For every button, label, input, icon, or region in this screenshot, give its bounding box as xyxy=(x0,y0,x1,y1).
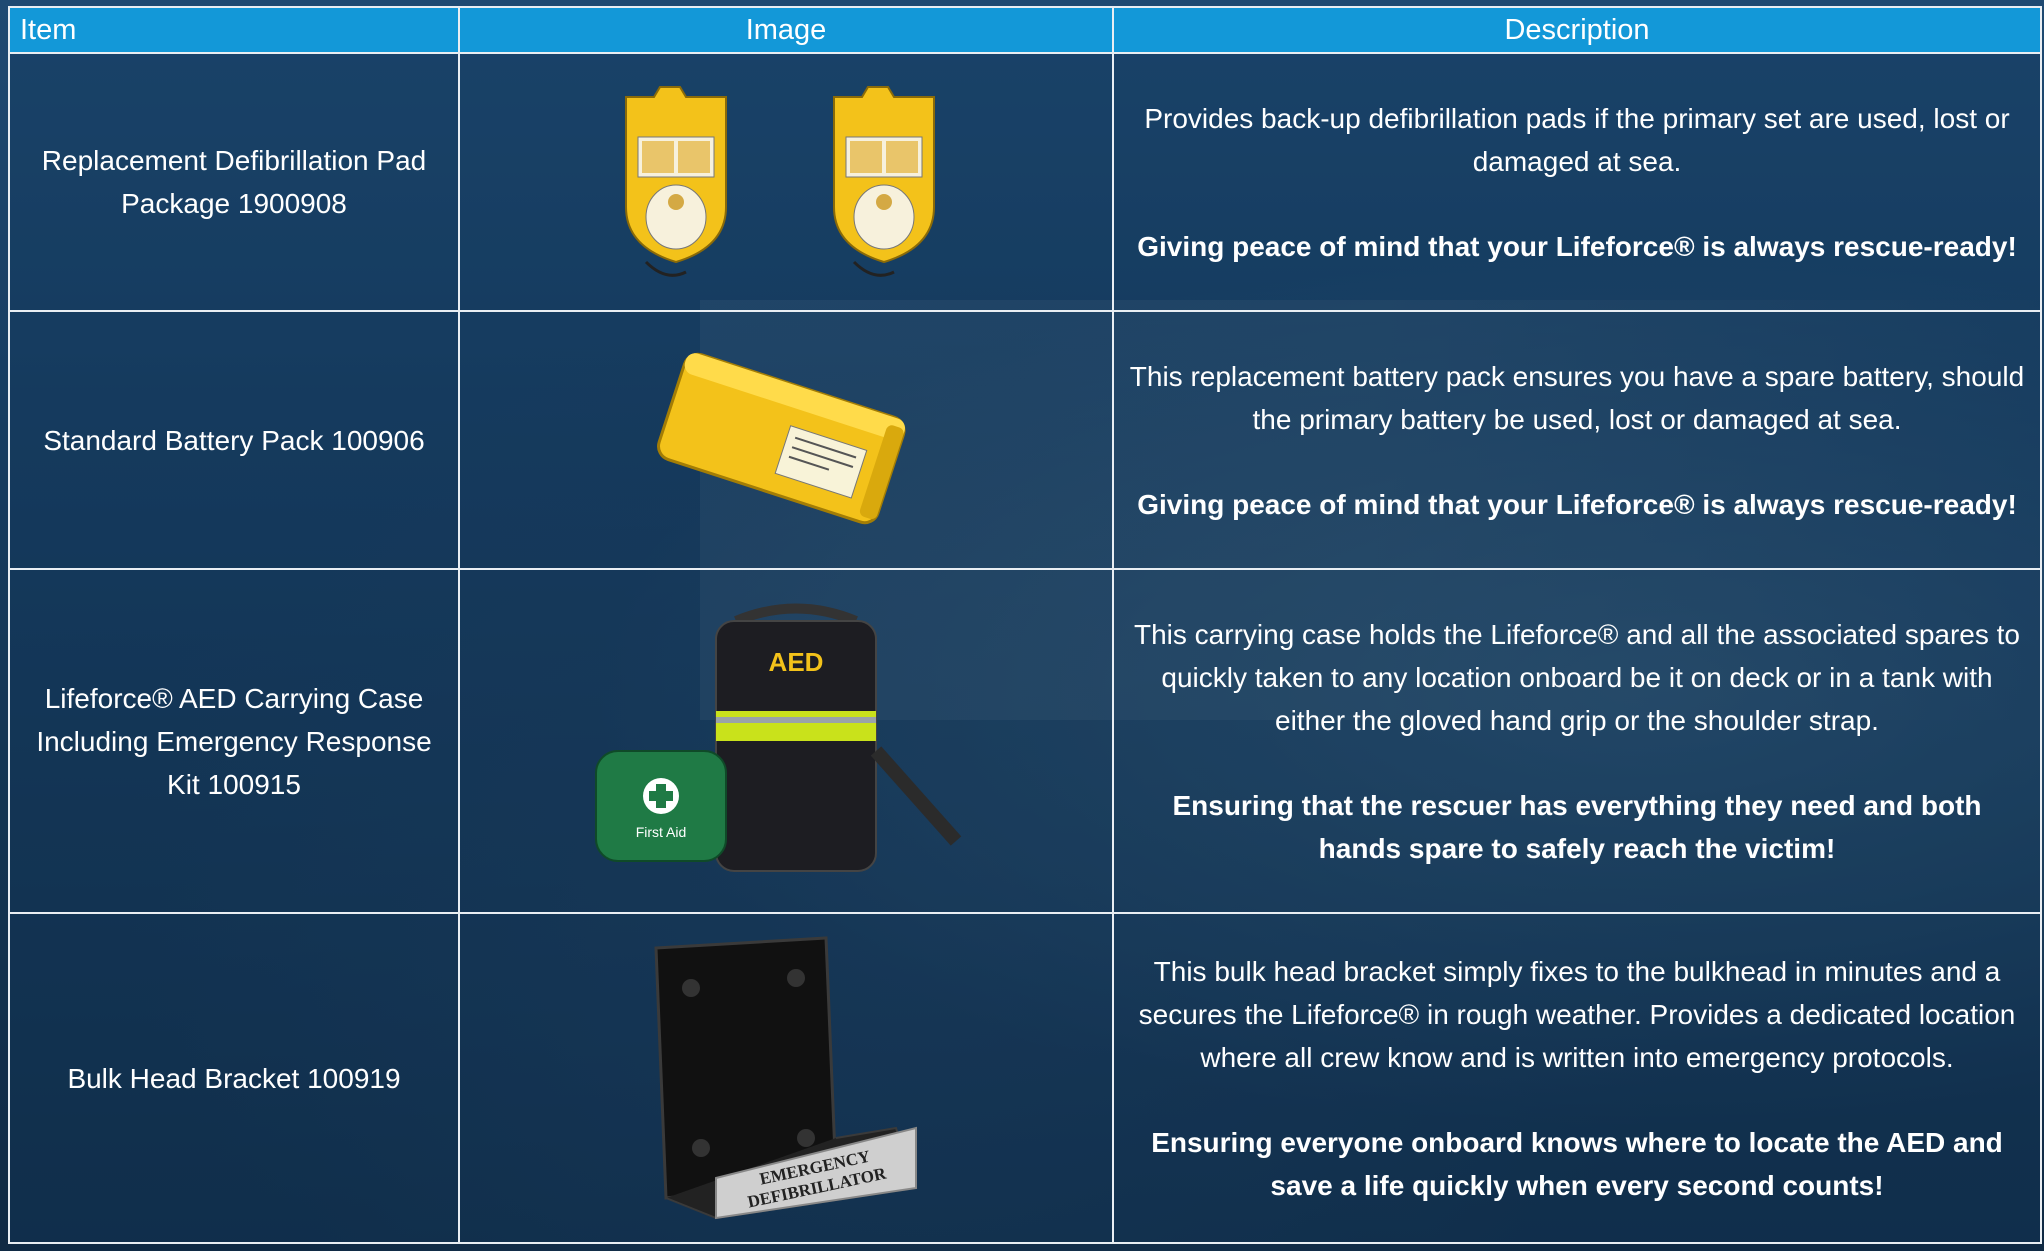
item-name-line: Standard Battery Pack 100906 xyxy=(43,424,425,456)
defibrillation-pad-package-icon xyxy=(625,86,935,277)
description-text: Provides back-up defibrillation pads if … xyxy=(1144,102,2010,177)
image-cell xyxy=(458,52,1114,312)
header-item: Item xyxy=(8,6,460,54)
image-cell: EMERGENCY DEFIBRILLATOR xyxy=(458,912,1114,1244)
description-text: This replacement battery pack ensures yo… xyxy=(1129,360,2025,435)
item-cell: Bulk Head Bracket 100919 xyxy=(8,912,460,1244)
description-highlight: Ensuring that the rescuer has everything… xyxy=(1172,789,1982,864)
battery-pack-icon xyxy=(657,352,906,525)
image-cell: AED First Aid xyxy=(458,568,1114,914)
table-header-row: Item Image Description xyxy=(8,6,2042,54)
first-aid-kit: First Aid xyxy=(595,750,727,862)
item-name-line: Lifeforce® AED Carrying Case xyxy=(44,682,424,714)
first-aid-label: First Aid xyxy=(636,824,687,840)
image-cell xyxy=(458,310,1114,570)
description-highlight: Ensuring everyone onboard knows where to… xyxy=(1151,1126,2003,1201)
item-name-line: Including Emergency Response xyxy=(36,725,432,757)
pad-package-left xyxy=(625,86,727,277)
item-name-line: Replacement Defibrillation Pad xyxy=(41,145,427,176)
item-cell: Lifeforce® AED Carrying Case Including E… xyxy=(8,568,460,914)
description-cell: This carrying case holds the Lifeforce® … xyxy=(1112,568,2042,914)
aed-carrying-case-icon: AED First Aid xyxy=(595,603,962,872)
header-image: Image xyxy=(458,6,1114,54)
description-text: This carrying case holds the Lifeforce® … xyxy=(1134,618,2020,736)
pad-package-right xyxy=(833,86,935,277)
header-description: Description xyxy=(1112,6,2042,54)
item-cell: Standard Battery Pack 100906 xyxy=(8,310,460,570)
aed-bag: AED xyxy=(715,603,962,872)
description-cell: Provides back-up defibrillation pads if … xyxy=(1112,52,2042,312)
product-table: Item Image Description Replacement Defib… xyxy=(8,6,2042,1244)
table-row: Lifeforce® AED Carrying Case Including E… xyxy=(8,568,2042,914)
description-cell: This replacement battery pack ensures yo… xyxy=(1112,310,2042,570)
description-cell: This bulk head bracket simply fixes to t… xyxy=(1112,912,2042,1244)
item-cell: Replacement Defibrillation Pad Package 1… xyxy=(8,52,460,312)
table-row: Standard Battery Pack 100906 This replac… xyxy=(8,310,2042,570)
item-name-line: Package 1900908 xyxy=(121,188,347,219)
description-text: This bulk head bracket simply fixes to t… xyxy=(1138,955,2016,1073)
item-name-line: Kit 100915 xyxy=(167,768,301,800)
table-row: Replacement Defibrillation Pad Package 1… xyxy=(8,52,2042,312)
aed-bag-label: AED xyxy=(769,647,824,677)
table-row: Bulk Head Bracket 100919 EMERGENCY DEFIB… xyxy=(8,912,2042,1244)
description-highlight: Giving peace of mind that your Lifeforce… xyxy=(1137,488,2017,520)
item-name-line: Bulk Head Bracket 100919 xyxy=(67,1062,401,1094)
bulkhead-bracket-icon: EMERGENCY DEFIBRILLATOR xyxy=(654,936,918,1220)
description-highlight: Giving peace of mind that your Lifeforce… xyxy=(1137,230,2017,262)
